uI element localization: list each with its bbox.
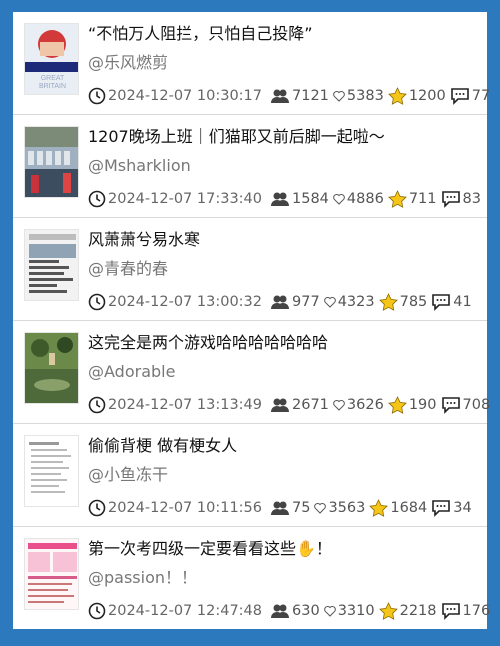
like-count: 3310 [337, 603, 375, 619]
star-icon [387, 87, 407, 105]
favorite-count: 1684 [390, 500, 428, 516]
star-icon [378, 602, 398, 620]
comment-count: 708 [462, 397, 491, 413]
comment-count: 83 [462, 191, 481, 207]
post-thumbnail[interactable] [24, 538, 79, 610]
post-thumbnail[interactable] [24, 229, 79, 301]
post-time: 2024-12-07 13:00:32 [108, 294, 262, 310]
heart-icon [333, 90, 345, 102]
star-icon [378, 293, 398, 311]
users-icon [270, 397, 290, 413]
post-title[interactable]: 风萧萧兮易水寒 [88, 228, 480, 252]
users-icon [270, 500, 290, 516]
view-count: 2671 [292, 397, 329, 413]
post-meta: 2024-12-07 10:30:17 7121 5383 1200 77 [88, 84, 494, 108]
post-card[interactable]: 1207晚场上班｜们猫耶又前后脚一起啦～ @Msharklion 2024-12… [13, 115, 487, 218]
post-card[interactable]: 偷偷背梗 做有梗女人 @小鱼冻干 2024-12-07 10:11:56 75 … [13, 424, 487, 527]
star-icon [369, 499, 389, 517]
post-meta: 2024-12-07 13:00:32 977 4323 785 41 [88, 290, 476, 314]
view-count: 7121 [292, 88, 329, 104]
like-count: 5383 [346, 88, 384, 104]
post-thumbnail[interactable]: GREAT BRITAIN [24, 23, 79, 95]
post-title[interactable]: 1207晚场上班｜们猫耶又前后脚一起啦～ [88, 125, 480, 149]
post-title[interactable]: 偷偷背梗 做有梗女人 [88, 434, 480, 458]
post-author[interactable]: @青春的春 [88, 257, 168, 281]
post-author[interactable]: @乐风燃剪 [88, 51, 168, 75]
users-icon [270, 88, 290, 104]
clock-icon [88, 396, 106, 414]
like-count: 4886 [346, 191, 384, 207]
favorite-count: 711 [408, 191, 437, 207]
clock-icon [88, 499, 106, 517]
like-count: 3626 [346, 397, 384, 413]
like-count: 4323 [337, 294, 375, 310]
post-card[interactable]: 风萧萧兮易水寒 @青春的春 2024-12-07 13:00:32 977 43… [13, 218, 487, 321]
post-feed: GREAT BRITAIN “不怕万人阻拦，只怕自己投降” @乐风燃剪 2024… [13, 12, 490, 629]
favorite-count: 2218 [399, 603, 437, 619]
view-count: 75 [292, 500, 311, 516]
comment-icon [441, 396, 461, 414]
comment-icon [441, 190, 461, 208]
post-time: 2024-12-07 10:11:56 [108, 500, 262, 516]
favorite-count: 190 [408, 397, 437, 413]
view-count: 630 [292, 603, 320, 619]
comment-icon [450, 87, 470, 105]
comment-count: 34 [453, 500, 472, 516]
view-count: 977 [292, 294, 320, 310]
users-icon [270, 191, 290, 207]
heart-icon [323, 296, 336, 308]
post-time: 2024-12-07 12:47:48 [108, 603, 262, 619]
post-card[interactable]: 这完全是两个游戏哈哈哈哈哈哈哈 @Adorable 2024-12-07 13:… [13, 321, 490, 424]
post-author[interactable]: @小鱼冻干 [88, 463, 168, 487]
post-meta: 2024-12-07 17:33:40 1584 4886 711 83 [88, 187, 485, 211]
view-count: 1584 [292, 191, 329, 207]
clock-icon [88, 602, 106, 620]
comment-icon [441, 602, 461, 620]
clock-icon [88, 190, 106, 208]
post-title[interactable]: 第一次考四级一定要看看这些✋！ [88, 537, 480, 561]
post-meta: 2024-12-07 13:13:49 2671 3626 190 708 [88, 393, 494, 417]
post-time: 2024-12-07 13:13:49 [108, 397, 262, 413]
comment-count: 77 [471, 88, 491, 104]
comment-count: 41 [453, 294, 472, 310]
thumb-caption: BRITAIN [39, 83, 66, 90]
clock-icon [88, 293, 106, 311]
post-title[interactable]: “不怕万人阻拦，只怕自己投降” [88, 22, 480, 46]
favorite-count: 1200 [408, 88, 446, 104]
post-time: 2024-12-07 17:33:40 [108, 191, 262, 207]
comment-icon [431, 293, 451, 311]
post-author[interactable]: @Msharklion [88, 154, 191, 178]
post-thumbnail[interactable] [24, 332, 79, 404]
clock-icon [88, 87, 106, 105]
post-title[interactable]: 这完全是两个游戏哈哈哈哈哈哈哈 [88, 331, 480, 355]
thumb-caption: GREAT [41, 75, 65, 82]
post-meta: 2024-12-07 12:47:48 630 3310 2218 176 [88, 599, 494, 623]
users-icon [270, 294, 290, 310]
comment-icon [431, 499, 451, 517]
post-card[interactable]: GREAT BRITAIN “不怕万人阻拦，只怕自己投降” @乐风燃剪 2024… [13, 12, 490, 115]
favorite-count: 785 [399, 294, 428, 310]
users-icon [270, 603, 290, 619]
post-thumbnail[interactable] [24, 435, 79, 507]
post-author[interactable]: @Adorable [88, 360, 175, 384]
post-time: 2024-12-07 10:30:17 [108, 88, 262, 104]
star-icon [387, 190, 407, 208]
heart-icon [314, 502, 327, 514]
like-count: 3563 [328, 500, 366, 516]
post-card[interactable]: 第一次考四级一定要看看这些✋！ @passion！！ 2024-12-07 12… [13, 527, 490, 629]
post-thumbnail[interactable] [24, 126, 79, 198]
heart-icon [333, 399, 345, 411]
comment-count: 176 [462, 603, 491, 619]
post-author[interactable]: @passion！！ [88, 566, 197, 590]
heart-icon [323, 605, 336, 617]
star-icon [387, 396, 407, 414]
heart-icon [333, 193, 345, 205]
post-meta: 2024-12-07 10:11:56 75 3563 1684 34 [88, 496, 476, 520]
